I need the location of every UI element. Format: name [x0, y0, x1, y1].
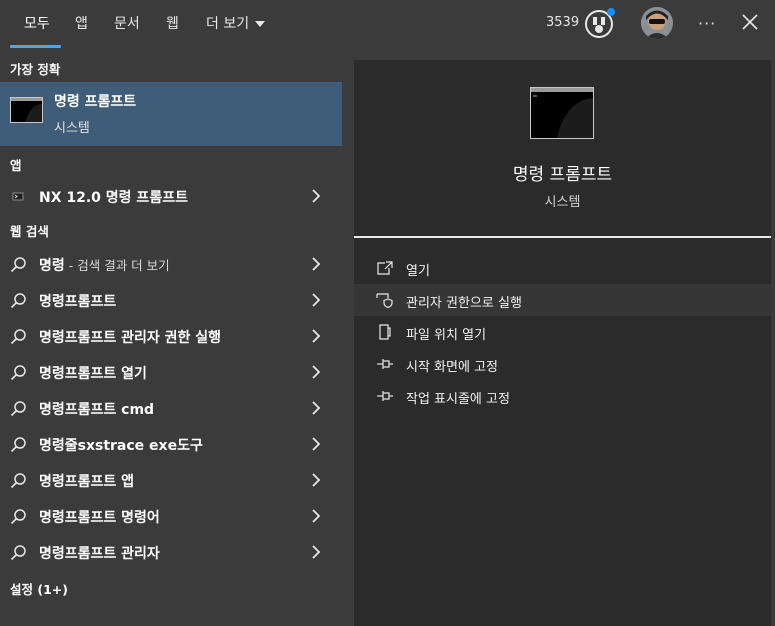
web-search-query: 명령프롬프트 앱 [39, 474, 135, 490]
search-icon [10, 544, 27, 561]
results-pane: 가장 정확 명령 프롬프트 시스템 앱 NX 12.0 명령 프롬프트 웹 검색… [0, 49, 342, 626]
chevron-right-icon[interactable] [311, 329, 321, 343]
web-search-label: 명령프롬프트 명령어 [39, 507, 160, 527]
best-match-heading: 가장 정확 [10, 62, 61, 77]
search-icon [10, 364, 27, 381]
search-icon [10, 508, 27, 525]
best-match-title: 명령 프롬프트 [54, 94, 137, 110]
chevron-right-icon[interactable] [311, 401, 321, 415]
preview-subtitle: 시스템 [544, 195, 581, 210]
web-search-item[interactable]: 명령 - 검색 결과 더 보기 [0, 246, 342, 282]
web-search-label: 명령프롬프트 [39, 291, 116, 311]
search-icon [10, 436, 27, 453]
chevron-right-icon[interactable] [311, 509, 321, 523]
web-search-item[interactable]: 명령프롬프트 명령어 [0, 498, 342, 534]
web-search-label: 명령프롬프트 관리자 권한 실행 [39, 327, 221, 347]
open-action[interactable]: 열기 [354, 252, 771, 284]
preview-title: 명령 프롬프트 [512, 165, 613, 185]
search-icon [10, 256, 27, 273]
web-search-item[interactable]: 명령줄sxstrace exe도구 [0, 426, 342, 462]
web-search-hint: - 검색 결과 더 보기 [64, 258, 170, 273]
search-icon [10, 328, 27, 345]
web-search-query: 명령프롬프트 명령어 [39, 510, 160, 526]
nx-command-prompt-icon [10, 188, 27, 205]
preview-pane: 명령 프롬프트 시스템 열기 관리자 권한으로 실행 파일 위치 열기 시작 화… [354, 60, 771, 626]
chevron-right-icon[interactable] [311, 189, 321, 203]
settings-heading[interactable]: 설정 (1+) [10, 579, 68, 598]
open-file-location-label: 파일 위치 열기 [406, 328, 487, 343]
pin-to-start-label: 시작 화면에 고정 [406, 360, 498, 375]
web-search-label: 명령프롬프트 cmd [39, 399, 154, 419]
web-search-query: 명령프롬프트 관리자 권한 실행 [39, 330, 222, 346]
preview-divider [354, 236, 771, 238]
best-match-subtitle: 시스템 [54, 121, 90, 136]
rewards-medal-icon[interactable] [584, 8, 616, 40]
command-prompt-large-icon [530, 87, 594, 139]
active-tab-indicator [10, 45, 61, 48]
pin-to-start-action[interactable]: 시작 화면에 고정 [354, 348, 771, 380]
search-icon [10, 400, 27, 417]
apps-heading: 앱 [10, 158, 22, 173]
pin-icon [376, 356, 394, 372]
more-options-icon[interactable]: ··· [698, 14, 716, 33]
open-file-location-action[interactable]: 파일 위치 열기 [354, 316, 771, 348]
web-search-heading: 웹 검색 [10, 224, 49, 239]
web-search-label: 명령 - 검색 결과 더 보기 [39, 255, 170, 275]
web-search-query: 명령줄sxstrace exe도구 [39, 438, 203, 454]
search-icon [10, 292, 27, 309]
search-header: 모두 앱 문서 웹 더 보기 3539 ··· [0, 0, 775, 49]
pin-to-taskbar-label: 작업 표시줄에 고정 [406, 392, 510, 407]
run-as-admin-label: 관리자 권한으로 실행 [406, 296, 522, 311]
pin-icon [376, 388, 394, 404]
open-icon [376, 260, 394, 276]
tab-more-label: 더 보기 [206, 16, 250, 32]
web-search-query: 명령프롬프트 cmd [39, 402, 155, 418]
tab-web[interactable]: 웹 [166, 13, 179, 33]
tab-all[interactable]: 모두 [24, 13, 50, 33]
run-as-admin-action[interactable]: 관리자 권한으로 실행 [354, 284, 771, 316]
chevron-right-icon[interactable] [311, 293, 321, 307]
web-search-query: 명령프롬프트 관리자 [39, 546, 160, 562]
web-search-label: 명령프롬프트 관리자 [39, 543, 160, 563]
command-prompt-icon [10, 97, 43, 123]
tab-documents[interactable]: 문서 [114, 13, 140, 33]
app-result-label: NX 12.0 명령 프롬프트 [39, 190, 188, 206]
web-search-label: 명령프롬프트 앱 [39, 471, 134, 491]
web-search-item[interactable]: 명령프롬프트 열기 [0, 354, 342, 390]
pin-to-taskbar-action[interactable]: 작업 표시줄에 고정 [354, 380, 771, 412]
web-search-item[interactable]: 명령프롬프트 cmd [0, 390, 342, 426]
chevron-right-icon[interactable] [311, 365, 321, 379]
chevron-right-icon[interactable] [311, 545, 321, 559]
open-action-label: 열기 [406, 264, 430, 279]
web-search-label: 명령프롬프트 열기 [39, 363, 147, 383]
chevron-right-icon[interactable] [311, 437, 321, 451]
search-icon [10, 472, 27, 489]
chevron-right-icon[interactable] [311, 257, 321, 271]
chevron-down-icon [255, 21, 266, 27]
file-location-icon [376, 324, 394, 340]
user-avatar[interactable] [641, 7, 673, 39]
tab-apps[interactable]: 앱 [75, 13, 88, 33]
web-search-item[interactable]: 명령프롬프트 관리자 [0, 534, 342, 570]
web-search-query: 명령 [39, 258, 65, 274]
chevron-right-icon[interactable] [311, 473, 321, 487]
tab-more[interactable]: 더 보기 [206, 13, 266, 33]
best-match-item[interactable]: 명령 프롬프트 시스템 [0, 82, 342, 146]
web-search-item[interactable]: 명령프롬프트 [0, 282, 342, 318]
web-search-item[interactable]: 명령프롬프트 앱 [0, 462, 342, 498]
web-search-item[interactable]: 명령프롬프트 관리자 권한 실행 [0, 318, 342, 354]
web-search-query: 명령프롬프트 [39, 294, 117, 310]
rewards-points: 3539 [546, 15, 580, 30]
web-search-label: 명령줄sxstrace exe도구 [39, 435, 203, 455]
app-result-item[interactable]: NX 12.0 명령 프롬프트 [0, 178, 342, 214]
close-icon[interactable] [741, 13, 759, 31]
web-search-query: 명령프롬프트 열기 [39, 366, 147, 382]
shield-icon [376, 292, 394, 308]
